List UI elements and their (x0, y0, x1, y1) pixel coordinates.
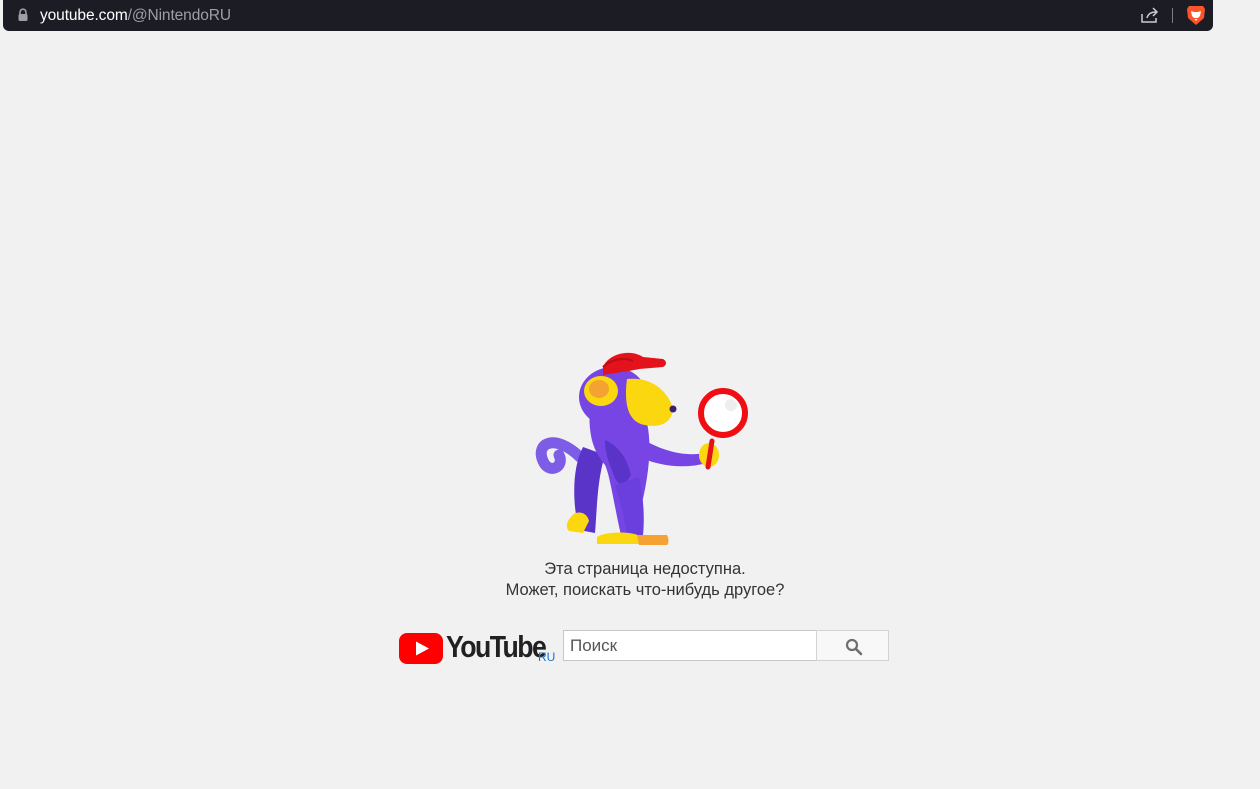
youtube-play-icon (399, 633, 443, 664)
footer-search: YouTube RU (399, 628, 891, 668)
browser-toolbar: youtube.com/@NintendoRU (0, 0, 1260, 37)
brave-lion-icon[interactable] (1186, 4, 1206, 26)
error-message: Эта страница недоступна. Может, поискать… (430, 559, 860, 601)
toolbar-separator (1172, 8, 1173, 23)
youtube-logo[interactable]: YouTube (399, 629, 547, 664)
url-domain: youtube.com (40, 7, 128, 24)
search-icon (845, 638, 863, 656)
address-bar[interactable]: youtube.com/@NintendoRU (3, 0, 1213, 31)
youtube-wordmark: YouTube (446, 629, 547, 664)
search-button[interactable] (816, 630, 889, 661)
share-icon[interactable] (1140, 6, 1160, 24)
lock-icon (18, 8, 28, 21)
url-text[interactable]: youtube.com/@NintendoRU (40, 6, 231, 25)
url-path: /@NintendoRU (127, 7, 231, 24)
search-input[interactable] (563, 630, 822, 661)
monkey-magnifier-icon (535, 352, 748, 545)
error-line-2: Может, поискать что-нибудь другое? (505, 581, 785, 599)
error-line-1: Эта страница недоступна. (544, 560, 746, 578)
region-code: RU (538, 650, 556, 664)
